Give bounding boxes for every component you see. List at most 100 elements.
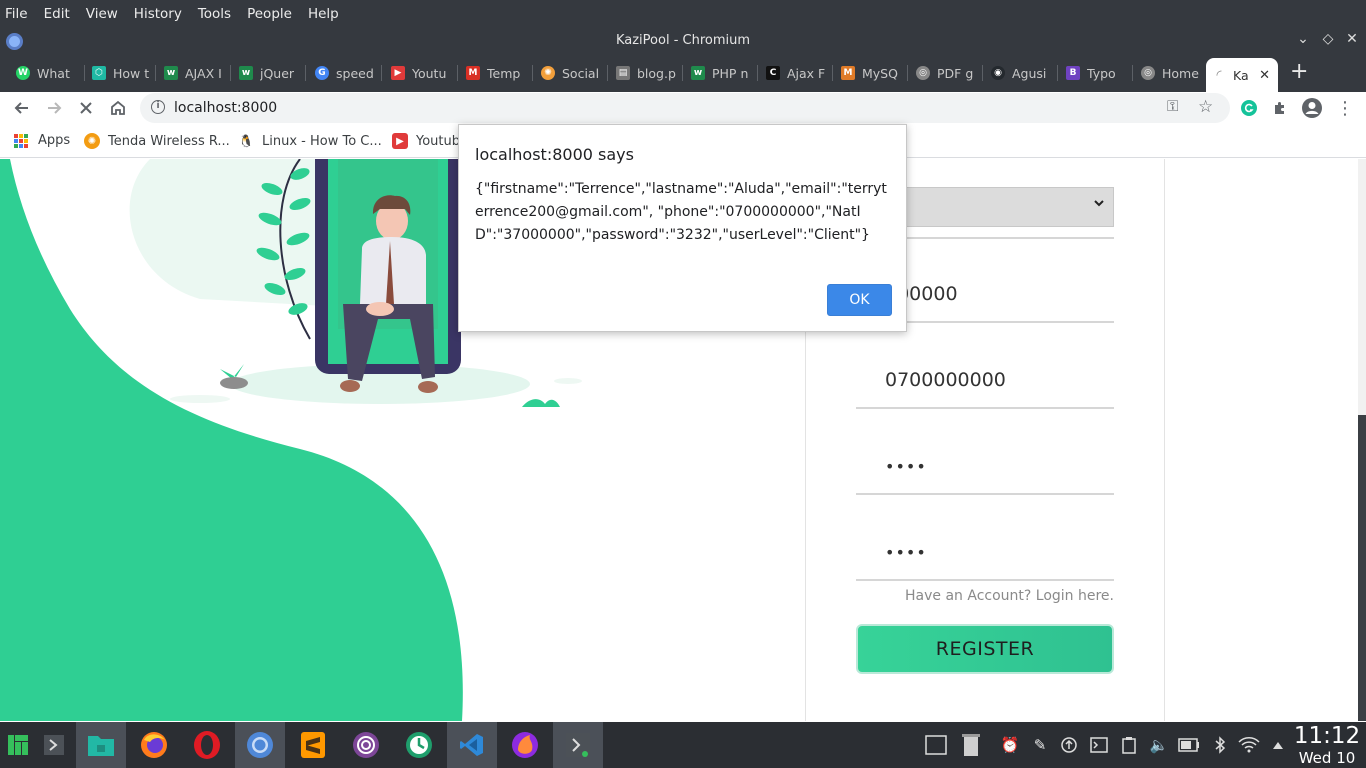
menu-history[interactable]: History <box>134 6 182 22</box>
tab[interactable]: ◎ PDF g <box>910 58 983 88</box>
alert-ok-button[interactable]: OK <box>827 284 892 316</box>
file-manager-icon[interactable] <box>76 722 126 768</box>
tab[interactable]: W What <box>10 58 85 88</box>
phone-input[interactable]: 0700000000 <box>856 360 1114 400</box>
chromium-taskbar-icon[interactable] <box>235 722 285 768</box>
maximize-icon[interactable]: ◇ <box>1319 31 1337 47</box>
firefox-icon[interactable] <box>129 722 179 768</box>
w3schools-favicon-icon: w <box>239 66 253 80</box>
clock-time: 11:12 <box>1293 723 1361 749</box>
forward-icon[interactable] <box>42 96 66 120</box>
minimize-icon[interactable]: ⌄ <box>1294 31 1312 47</box>
menu-view[interactable]: View <box>86 6 118 22</box>
close-tab-icon[interactable]: ✕ <box>1259 68 1270 83</box>
new-tab-button[interactable]: + <box>1290 61 1308 83</box>
blog-favicon-icon: ▤ <box>616 66 630 80</box>
menu-file[interactable]: File <box>5 6 28 22</box>
w3schools-favicon-icon: w <box>164 66 178 80</box>
console-icon[interactable] <box>1088 734 1110 756</box>
bookmark-youtube[interactable]: ▶ Youtub <box>392 133 460 149</box>
window-title: KaziPool - Chromium <box>615 33 751 48</box>
tab-label: Typo <box>1087 65 1116 81</box>
google-favicon-icon: G <box>315 66 329 80</box>
tor-browser-icon[interactable] <box>341 722 391 768</box>
profile-avatar-icon[interactable] <box>1300 96 1324 120</box>
github-favicon-icon: ◉ <box>991 66 1005 80</box>
register-button[interactable]: REGISTER <box>856 624 1114 674</box>
site-favicon-icon: ⬡ <box>92 66 106 80</box>
menu-help[interactable]: Help <box>308 6 339 22</box>
terminal-taskbar-icon[interactable] <box>553 722 603 768</box>
home-icon[interactable] <box>106 96 130 120</box>
menu-tools[interactable]: Tools <box>198 6 231 22</box>
taskbar-clock[interactable]: 11:12 Wed 10 <box>1292 723 1362 768</box>
sublime-text-icon[interactable] <box>288 722 338 768</box>
tab-label: blog.p <box>637 65 676 81</box>
tab-strip: W What ⬡ How t w AJAX I w jQuer Gspeed ▶ Yout… <box>0 54 1366 92</box>
update-icon[interactable] <box>1058 734 1080 756</box>
tab[interactable]: ⬡ How t <box>86 58 156 88</box>
tab[interactable]: ▶ Youtu <box>385 58 458 88</box>
scrollbar-thumb[interactable] <box>1358 415 1366 721</box>
tab[interactable]: w AJAX I <box>158 58 231 88</box>
url-text[interactable]: localhost:8000 <box>174 100 277 116</box>
menu-edit[interactable]: Edit <box>44 6 70 22</box>
youtube-favicon-icon: ▶ <box>392 133 408 149</box>
show-desktop-icon[interactable] <box>925 734 947 756</box>
site-info-icon[interactable]: i <box>151 100 165 114</box>
close-window-icon[interactable]: ✕ <box>1343 31 1361 47</box>
whatsapp-favicon-icon: W <box>16 66 30 80</box>
clipboard-icon[interactable] <box>1118 734 1140 756</box>
vscode-icon[interactable] <box>447 722 497 768</box>
trash-icon[interactable] <box>960 734 982 756</box>
tux-favicon-icon: 🐧 <box>238 134 254 148</box>
stop-loading-icon[interactable] <box>74 96 98 120</box>
confirm-password-input[interactable]: •••• <box>856 532 1114 572</box>
tab[interactable]: Gspeed <box>309 58 382 88</box>
volume-icon[interactable]: 🔈 <box>1148 734 1170 756</box>
tab[interactable]: C Ajax F <box>760 58 833 88</box>
clock-date: Wed 10 <box>1298 749 1356 767</box>
more-menu-icon[interactable]: ⋮ <box>1333 96 1357 120</box>
tab[interactable]: w PHP n <box>685 58 758 88</box>
tab-label: MySQ <box>862 65 898 81</box>
manjaro-menu-icon[interactable] <box>0 722 36 768</box>
key-icon[interactable]: ⚿ <box>1167 97 1178 115</box>
firefox-dev-icon[interactable] <box>500 722 550 768</box>
alarm-icon[interactable]: ⏰ <box>999 734 1021 756</box>
grammarly-extension-icon[interactable] <box>1237 96 1261 120</box>
feather-icon[interactable]: ✎ <box>1029 734 1051 756</box>
timeshift-icon[interactable] <box>394 722 444 768</box>
terminal-launcher-icon[interactable] <box>36 722 72 768</box>
tab-label: speed <box>336 65 374 81</box>
tab[interactable]: M MySQ <box>835 58 908 88</box>
social-favicon-icon: ✺ <box>541 66 555 80</box>
tab[interactable]: B Typo <box>1060 58 1133 88</box>
battery-icon[interactable] <box>1178 734 1200 756</box>
address-bar[interactable]: i localhost:8000 ⚿ ☆ <box>140 93 1230 123</box>
menu-people[interactable]: People <box>247 6 292 22</box>
bookmark-apps[interactable]: Apps <box>14 133 70 148</box>
bookmark-tenda[interactable]: ✺ Tenda Wireless R... <box>84 133 230 149</box>
tray-expand-icon[interactable] <box>1267 734 1289 756</box>
tab-label: Ka <box>1233 67 1249 83</box>
tab-label: Home <box>1162 65 1199 81</box>
login-link[interactable]: Have an Account? Login here. <box>856 588 1114 604</box>
wifi-icon[interactable] <box>1238 734 1260 756</box>
extensions-puzzle-icon[interactable] <box>1268 96 1292 120</box>
tab[interactable]: M Temp <box>460 58 533 88</box>
tab[interactable]: ▤ blog.p <box>610 58 683 88</box>
tab[interactable]: w jQuer <box>233 58 306 88</box>
tab-active[interactable]: ◜ Ka ✕ <box>1206 58 1278 92</box>
password-input[interactable]: •••• <box>856 446 1114 486</box>
bookmark-linux[interactable]: 🐧 Linux - How To C... <box>238 133 382 149</box>
opera-icon[interactable] <box>182 722 232 768</box>
tab[interactable]: ✺ Social <box>535 58 608 88</box>
bluetooth-icon[interactable] <box>1209 734 1231 756</box>
tenda-favicon-icon: ✺ <box>84 133 100 149</box>
back-icon[interactable] <box>10 96 34 120</box>
tab[interactable]: ◎ Home <box>1135 58 1203 88</box>
tab[interactable]: ◉ Agusi <box>985 58 1058 88</box>
gmail-favicon-icon: M <box>466 66 480 80</box>
bookmark-star-icon[interactable]: ☆ <box>1198 97 1213 117</box>
